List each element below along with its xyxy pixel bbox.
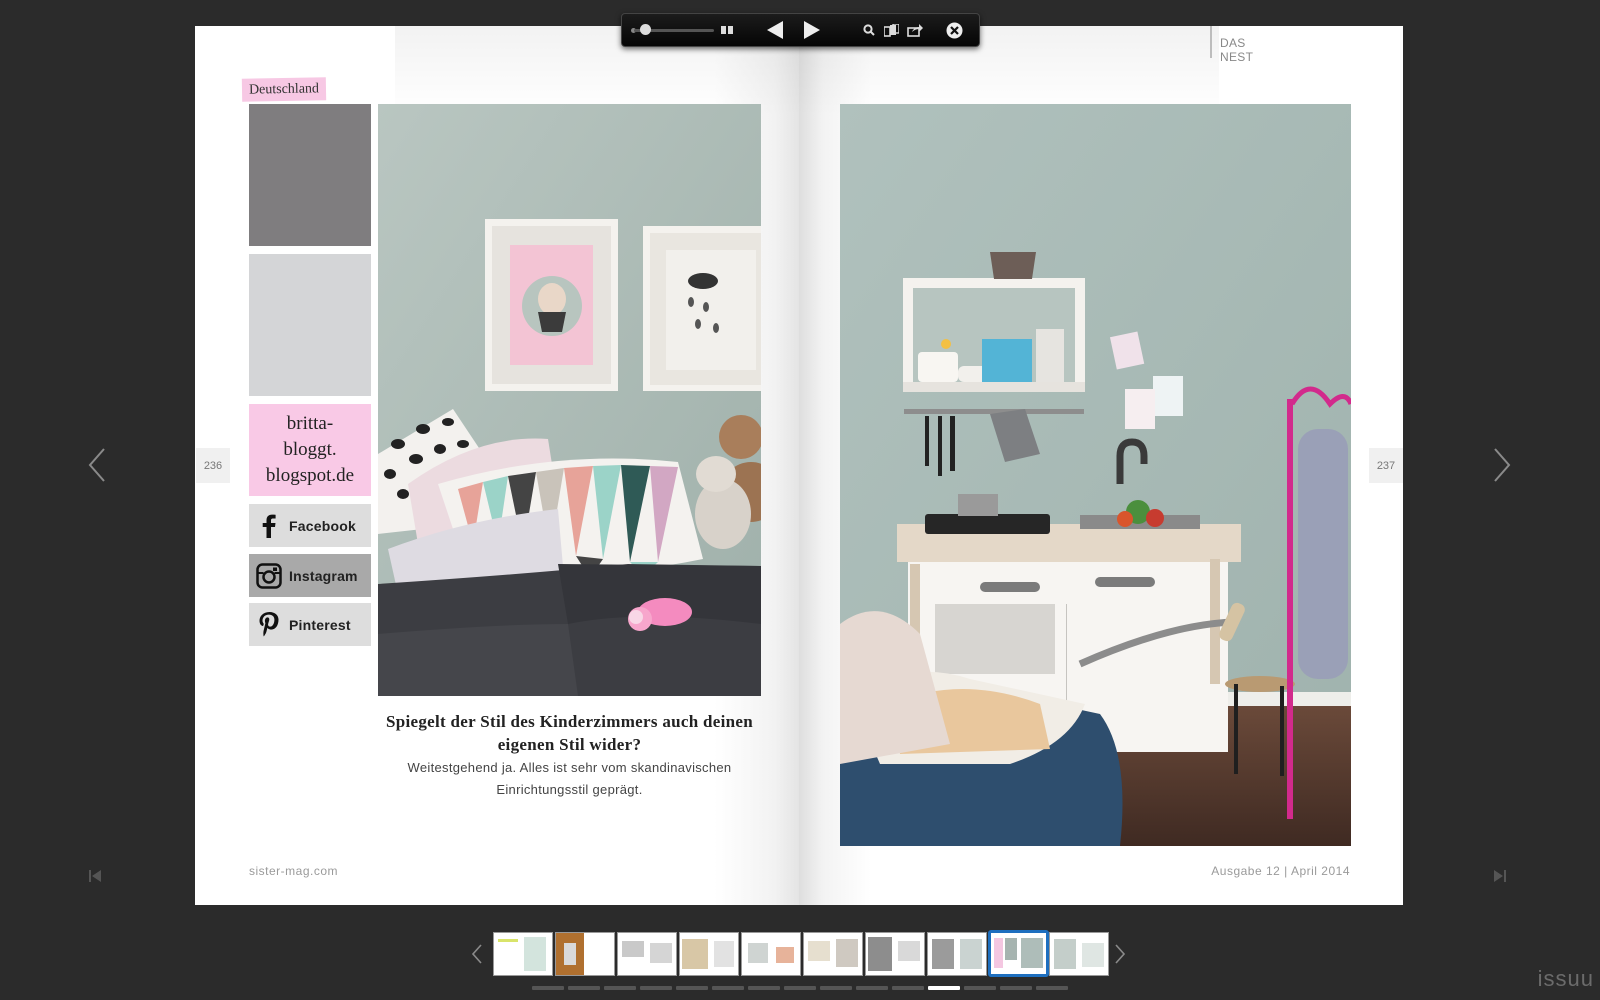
progress-segment[interactable] <box>1000 986 1032 990</box>
progress-segment[interactable] <box>568 986 600 990</box>
progress-segment[interactable] <box>784 986 816 990</box>
instagram-link[interactable]: Instagram <box>249 554 371 597</box>
footer-website: sister-mag.com <box>249 864 339 878</box>
social-label: Instagram <box>289 567 358 584</box>
share-icon[interactable] <box>903 14 927 46</box>
thumbnail[interactable] <box>617 932 677 976</box>
right-page: DAS NEST Ausgabe 12 | April 2014 <box>799 26 1403 905</box>
thumbnails-next-arrow[interactable] <box>1109 940 1131 968</box>
color-swatch-light-gray <box>249 254 371 396</box>
color-swatch-gray <box>249 104 371 246</box>
thumbnail[interactable] <box>679 932 739 976</box>
reader-toolbar <box>621 13 980 47</box>
country-tag: Deutschland <box>241 77 327 102</box>
thumbnail[interactable] <box>865 932 925 976</box>
thumbnail[interactable] <box>493 932 553 976</box>
facebook-icon <box>249 514 289 538</box>
interview-answer: Weitestgehend ja. Alles ist sehr vom ska… <box>407 760 732 797</box>
progress-segment[interactable] <box>712 986 744 990</box>
thumbnail[interactable] <box>927 932 987 976</box>
thumbnail[interactable] <box>741 932 801 976</box>
thumbnail[interactable] <box>1049 932 1109 976</box>
library-icon[interactable] <box>880 14 902 46</box>
left-page: Deutschland britta- bloggt. blogspot.de … <box>195 26 799 905</box>
play-kitchen-photo <box>840 104 1351 846</box>
left-page-number: 236 <box>196 448 230 483</box>
kids-room-photo <box>378 104 761 696</box>
progress-segment[interactable] <box>892 986 924 990</box>
footer-issue: Ausgabe 12 | April 2014 <box>1211 864 1350 878</box>
instagram-icon <box>249 562 289 589</box>
progress-segment[interactable] <box>964 986 996 990</box>
progress-segment[interactable] <box>604 986 636 990</box>
first-page-icon[interactable] <box>88 869 108 889</box>
progress-segment-active[interactable] <box>928 986 960 990</box>
progress-segment[interactable] <box>820 986 852 990</box>
pinterest-link[interactable]: Pinterest <box>249 603 371 646</box>
close-icon[interactable] <box>942 14 966 46</box>
next-page-icon[interactable] <box>797 14 827 46</box>
next-spread-arrow[interactable] <box>1487 440 1517 490</box>
zoom-knob[interactable] <box>640 24 651 35</box>
thumbnail-selected[interactable] <box>988 930 1049 977</box>
pinterest-icon <box>249 611 289 639</box>
blog-line: bloggt. <box>283 439 337 460</box>
previous-spread-arrow[interactable] <box>82 440 112 490</box>
progress-segment[interactable] <box>748 986 780 990</box>
section-label: DAS NEST <box>1210 26 1270 64</box>
last-page-icon[interactable] <box>1493 869 1513 889</box>
social-label: Pinterest <box>289 616 351 633</box>
thumbnail[interactable] <box>803 932 863 976</box>
search-icon[interactable] <box>859 14 879 46</box>
previous-page-icon[interactable] <box>760 14 790 46</box>
blog-link-box[interactable]: britta- bloggt. blogspot.de <box>249 404 371 496</box>
thumbnails-prev-arrow[interactable] <box>466 940 488 968</box>
spread-view-icon[interactable] <box>714 14 740 46</box>
zoom-slider[interactable] <box>622 14 717 46</box>
social-label: Facebook <box>289 517 356 534</box>
blog-line: blogspot.de <box>265 465 355 486</box>
progress-segment[interactable] <box>856 986 888 990</box>
issuu-logo[interactable]: issuu <box>1538 966 1594 992</box>
thumbnail[interactable] <box>555 932 615 976</box>
progress-segment[interactable] <box>640 986 672 990</box>
progress-segment[interactable] <box>1036 986 1068 990</box>
right-page-number: 237 <box>1369 448 1403 483</box>
progress-segment[interactable] <box>532 986 564 990</box>
blog-line: britta- <box>286 413 334 434</box>
progress-segment[interactable] <box>676 986 708 990</box>
interview-question: Spiegelt der Stil des Kinderzimmers auch… <box>386 712 753 754</box>
facebook-link[interactable]: Facebook <box>249 504 371 547</box>
